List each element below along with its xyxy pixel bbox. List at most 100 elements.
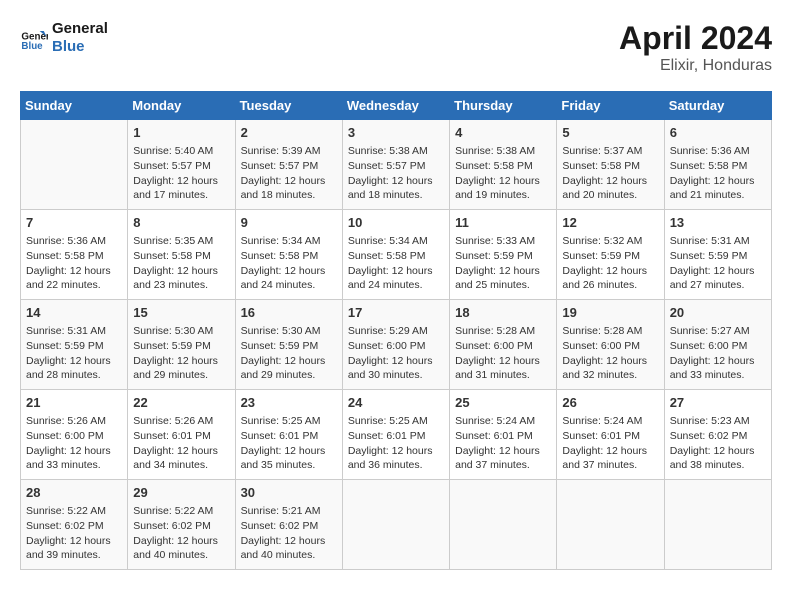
calendar-day-cell: 19 Sunrise: 5:28 AM Sunset: 6:00 PM Dayli… bbox=[557, 300, 664, 390]
day-info: Sunrise: 5:38 AM Sunset: 5:58 PM Dayligh… bbox=[455, 144, 551, 203]
day-info: Sunrise: 5:21 AM Sunset: 6:02 PM Dayligh… bbox=[241, 504, 337, 563]
calendar-week-row: 21 Sunrise: 5:26 AM Sunset: 6:00 PM Dayli… bbox=[21, 390, 772, 480]
calendar-day-cell bbox=[342, 480, 449, 570]
day-number: 29 bbox=[133, 484, 229, 502]
calendar-day-cell: 23 Sunrise: 5:25 AM Sunset: 6:01 PM Dayli… bbox=[235, 390, 342, 480]
calendar-week-row: 1 Sunrise: 5:40 AM Sunset: 5:57 PM Daylig… bbox=[21, 120, 772, 210]
day-info: Sunrise: 5:36 AM Sunset: 5:58 PM Dayligh… bbox=[670, 144, 766, 203]
calendar-day-cell: 8Sunrise: 5:35 AM Sunset: 5:58 PM Daylig… bbox=[128, 210, 235, 300]
day-info: Sunrise: 5:28 AM Sunset: 6:00 PM Dayligh… bbox=[455, 324, 551, 383]
calendar-day-cell: 30 Sunrise: 5:21 AM Sunset: 6:02 PM Dayli… bbox=[235, 480, 342, 570]
day-info: Sunrise: 5:24 AM Sunset: 6:01 PM Dayligh… bbox=[562, 414, 658, 473]
day-number: 3 bbox=[348, 124, 444, 142]
day-info: Sunrise: 5:34 AM Sunset: 5:58 PM Dayligh… bbox=[241, 234, 337, 293]
calendar-day-cell bbox=[557, 480, 664, 570]
day-number: 11 bbox=[455, 214, 551, 232]
day-info: Sunrise: 5:26 AM Sunset: 6:01 PM Dayligh… bbox=[133, 414, 229, 473]
calendar-day-cell: 9 Sunrise: 5:34 AM Sunset: 5:58 PM Daylig… bbox=[235, 210, 342, 300]
calendar-header: SundayMondayTuesdayWednesdayThursdayFrid… bbox=[21, 92, 772, 120]
day-number: 12 bbox=[562, 214, 658, 232]
day-number: 15 bbox=[133, 304, 229, 322]
calendar-day-cell: 22 Sunrise: 5:26 AM Sunset: 6:01 PM Dayli… bbox=[128, 390, 235, 480]
calendar-day-cell: 25Sunrise: 5:24 AM Sunset: 6:01 PM Dayli… bbox=[450, 390, 557, 480]
day-info: Sunrise: 5:24 AM Sunset: 6:01 PM Dayligh… bbox=[455, 414, 551, 473]
weekday-header: Thursday bbox=[450, 92, 557, 120]
day-number: 27 bbox=[670, 394, 766, 412]
day-info: Sunrise: 5:36 AM Sunset: 5:58 PM Dayligh… bbox=[26, 234, 122, 293]
day-info: Sunrise: 5:22 AM Sunset: 6:02 PM Dayligh… bbox=[26, 504, 122, 563]
day-info: Sunrise: 5:26 AM Sunset: 6:00 PM Dayligh… bbox=[26, 414, 122, 473]
day-info: Sunrise: 5:31 AM Sunset: 5:59 PM Dayligh… bbox=[670, 234, 766, 293]
day-info: Sunrise: 5:28 AM Sunset: 6:00 PM Dayligh… bbox=[562, 324, 658, 383]
day-number: 14 bbox=[26, 304, 122, 322]
day-number: 4 bbox=[455, 124, 551, 142]
calendar-day-cell: 4 Sunrise: 5:38 AM Sunset: 5:58 PM Daylig… bbox=[450, 120, 557, 210]
day-number: 21 bbox=[26, 394, 122, 412]
day-info: Sunrise: 5:30 AM Sunset: 5:59 PM Dayligh… bbox=[133, 324, 229, 383]
calendar-day-cell: 5 Sunrise: 5:37 AM Sunset: 5:58 PM Daylig… bbox=[557, 120, 664, 210]
calendar-week-row: 28Sunrise: 5:22 AM Sunset: 6:02 PM Dayli… bbox=[21, 480, 772, 570]
day-number: 22 bbox=[133, 394, 229, 412]
calendar-day-cell: 16 Sunrise: 5:30 AM Sunset: 5:59 PM Dayli… bbox=[235, 300, 342, 390]
logo: General Blue General Blue bbox=[20, 20, 108, 56]
day-number: 13 bbox=[670, 214, 766, 232]
month-title: April 2024 bbox=[619, 20, 772, 57]
day-info: Sunrise: 5:32 AM Sunset: 5:59 PM Dayligh… bbox=[562, 234, 658, 293]
day-info: Sunrise: 5:34 AM Sunset: 5:58 PM Dayligh… bbox=[348, 234, 444, 293]
weekday-header: Friday bbox=[557, 92, 664, 120]
title-block: April 2024 Elixir, Honduras bbox=[619, 20, 772, 75]
calendar-day-cell: 13 Sunrise: 5:31 AM Sunset: 5:59 PM Dayli… bbox=[664, 210, 771, 300]
calendar-day-cell: 6 Sunrise: 5:36 AM Sunset: 5:58 PM Daylig… bbox=[664, 120, 771, 210]
day-number: 26 bbox=[562, 394, 658, 412]
weekday-header: Tuesday bbox=[235, 92, 342, 120]
day-number: 6 bbox=[670, 124, 766, 142]
day-info: Sunrise: 5:25 AM Sunset: 6:01 PM Dayligh… bbox=[241, 414, 337, 473]
calendar-day-cell: 2Sunrise: 5:39 AM Sunset: 5:57 PM Daylig… bbox=[235, 120, 342, 210]
day-number: 23 bbox=[241, 394, 337, 412]
calendar-day-cell: 7Sunrise: 5:36 AM Sunset: 5:58 PM Daylig… bbox=[21, 210, 128, 300]
day-info: Sunrise: 5:23 AM Sunset: 6:02 PM Dayligh… bbox=[670, 414, 766, 473]
day-info: Sunrise: 5:38 AM Sunset: 5:57 PM Dayligh… bbox=[348, 144, 444, 203]
day-info: Sunrise: 5:37 AM Sunset: 5:58 PM Dayligh… bbox=[562, 144, 658, 203]
calendar-day-cell: 20 Sunrise: 5:27 AM Sunset: 6:00 PM Dayli… bbox=[664, 300, 771, 390]
day-number: 16 bbox=[241, 304, 337, 322]
day-info: Sunrise: 5:30 AM Sunset: 5:59 PM Dayligh… bbox=[241, 324, 337, 383]
calendar-day-cell: 18 Sunrise: 5:28 AM Sunset: 6:00 PM Dayli… bbox=[450, 300, 557, 390]
day-number: 18 bbox=[455, 304, 551, 322]
day-number: 5 bbox=[562, 124, 658, 142]
day-number: 30 bbox=[241, 484, 337, 502]
calendar-day-cell: 12 Sunrise: 5:32 AM Sunset: 5:59 PM Dayli… bbox=[557, 210, 664, 300]
day-info: Sunrise: 5:22 AM Sunset: 6:02 PM Dayligh… bbox=[133, 504, 229, 563]
day-number: 20 bbox=[670, 304, 766, 322]
day-info: Sunrise: 5:29 AM Sunset: 6:00 PM Dayligh… bbox=[348, 324, 444, 383]
day-info: Sunrise: 5:35 AM Sunset: 5:58 PM Dayligh… bbox=[133, 234, 229, 293]
day-number: 1 bbox=[133, 124, 229, 142]
calendar-week-row: 14Sunrise: 5:31 AM Sunset: 5:59 PM Dayli… bbox=[21, 300, 772, 390]
calendar-day-cell: 11Sunrise: 5:33 AM Sunset: 5:59 PM Dayli… bbox=[450, 210, 557, 300]
svg-text:Blue: Blue bbox=[21, 41, 43, 52]
calendar-day-cell: 27 Sunrise: 5:23 AM Sunset: 6:02 PM Dayli… bbox=[664, 390, 771, 480]
calendar-day-cell: 29 Sunrise: 5:22 AM Sunset: 6:02 PM Dayli… bbox=[128, 480, 235, 570]
calendar-day-cell bbox=[450, 480, 557, 570]
calendar-day-cell bbox=[21, 120, 128, 210]
day-number: 9 bbox=[241, 214, 337, 232]
calendar-day-cell: 26 Sunrise: 5:24 AM Sunset: 6:01 PM Dayli… bbox=[557, 390, 664, 480]
day-number: 17 bbox=[348, 304, 444, 322]
calendar-day-cell: 15 Sunrise: 5:30 AM Sunset: 5:59 PM Dayli… bbox=[128, 300, 235, 390]
calendar-day-cell: 24 Sunrise: 5:25 AM Sunset: 6:01 PM Dayli… bbox=[342, 390, 449, 480]
weekday-header: Wednesday bbox=[342, 92, 449, 120]
calendar-day-cell: 1 Sunrise: 5:40 AM Sunset: 5:57 PM Daylig… bbox=[128, 120, 235, 210]
day-info: Sunrise: 5:40 AM Sunset: 5:57 PM Dayligh… bbox=[133, 144, 229, 203]
day-number: 24 bbox=[348, 394, 444, 412]
logo-line2: Blue bbox=[52, 38, 108, 56]
weekday-header: Sunday bbox=[21, 92, 128, 120]
page-header: General Blue General Blue April 2024 Eli… bbox=[20, 20, 772, 75]
day-info: Sunrise: 5:27 AM Sunset: 6:00 PM Dayligh… bbox=[670, 324, 766, 383]
calendar-day-cell: 28Sunrise: 5:22 AM Sunset: 6:02 PM Dayli… bbox=[21, 480, 128, 570]
day-number: 19 bbox=[562, 304, 658, 322]
day-info: Sunrise: 5:25 AM Sunset: 6:01 PM Dayligh… bbox=[348, 414, 444, 473]
logo-icon: General Blue bbox=[20, 24, 48, 52]
calendar-day-cell: 10Sunrise: 5:34 AM Sunset: 5:58 PM Dayli… bbox=[342, 210, 449, 300]
logo-line1: General bbox=[52, 20, 108, 38]
calendar-day-cell: 14Sunrise: 5:31 AM Sunset: 5:59 PM Dayli… bbox=[21, 300, 128, 390]
